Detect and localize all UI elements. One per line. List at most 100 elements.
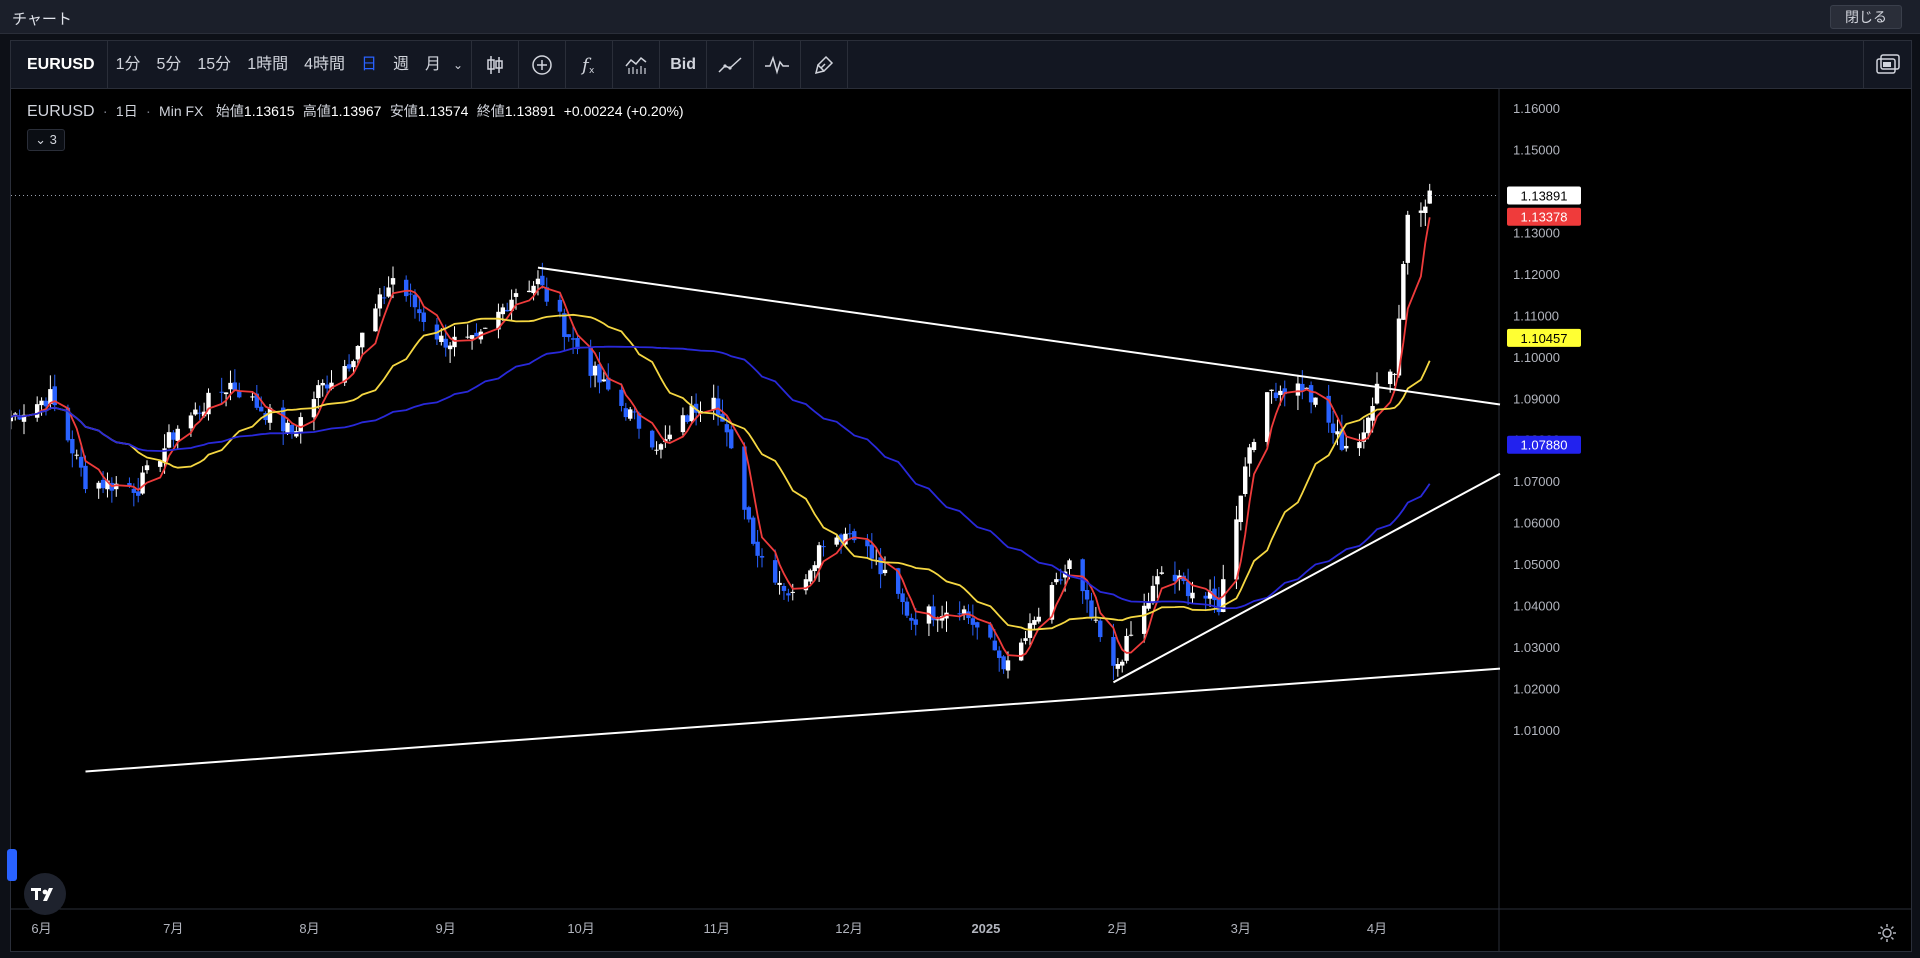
candle-body (1001, 656, 1006, 670)
y-tick-label: 1.10000 (1513, 350, 1560, 365)
candle-body (531, 285, 536, 294)
x-tick-label: 6月 (31, 921, 51, 936)
gear-icon[interactable] (1877, 923, 1897, 943)
candle-body (654, 449, 659, 451)
candle-body (1155, 576, 1160, 585)
candle-body (360, 332, 365, 348)
candle-body (78, 456, 84, 468)
candle-body (421, 312, 426, 322)
candle-body (136, 491, 141, 496)
y-tick-label: 1.03000 (1513, 640, 1560, 655)
candle-body (759, 555, 765, 558)
legend-open: 1.13615 (243, 103, 295, 119)
candle-body (619, 389, 624, 406)
price-chart[interactable]: 1.160001.150001.140001.130001.120001.110… (11, 41, 1911, 951)
candle-body (1392, 373, 1397, 375)
candle-body (39, 400, 44, 406)
candle-body (1387, 371, 1393, 385)
candle-body (1089, 600, 1094, 618)
x-tick-label: 4月 (1367, 921, 1387, 936)
tradingview-logo-icon[interactable] (24, 873, 66, 915)
candle-body (1269, 389, 1274, 391)
candle-body (961, 609, 967, 614)
x-tick-label: 8月 (299, 921, 319, 936)
candle-body (755, 541, 760, 556)
window-title-bar: チャート 閉じる (0, 0, 1920, 34)
legend-low-label: 安値 (389, 103, 418, 119)
candle-body (1344, 445, 1349, 449)
candle-body (219, 391, 224, 393)
candle-body (667, 434, 672, 440)
candle-body (1335, 431, 1340, 435)
candle-body (320, 382, 325, 386)
candle-body (465, 336, 470, 338)
candle-body (711, 397, 716, 410)
candle-body (1036, 616, 1041, 622)
candle-body (96, 482, 101, 489)
candle-body (909, 617, 914, 621)
candle-body (1278, 390, 1283, 396)
candle-body (1023, 638, 1028, 641)
candle-body (1054, 579, 1059, 583)
price-label: 1.13891 (1521, 188, 1568, 203)
candle-body (790, 591, 795, 593)
candle-body (452, 336, 457, 348)
candle-body (781, 585, 787, 591)
candle-body (1058, 579, 1063, 581)
candle-body (513, 293, 519, 297)
candle-body (1238, 495, 1244, 523)
candle-body (786, 593, 791, 596)
indicator-toggle[interactable]: ⌄ 3 (27, 129, 65, 151)
candle-body (408, 293, 413, 295)
y-tick-label: 1.13000 (1513, 225, 1560, 240)
candle-body (992, 640, 998, 651)
side-panel-handle[interactable] (7, 849, 17, 881)
candle-body (1357, 442, 1362, 449)
price-label: 1.13378 (1521, 210, 1568, 225)
candle-body (1067, 560, 1072, 569)
indicator-count: 3 (49, 132, 57, 147)
candle-body (1093, 619, 1099, 621)
candle-body (562, 313, 567, 337)
candle-body (821, 546, 826, 548)
candle-body (878, 557, 883, 575)
legend-symbol: EURUSD (27, 103, 95, 120)
candle-body (1366, 417, 1371, 434)
candle-body (834, 537, 839, 545)
candle-body (259, 406, 264, 412)
candle-body (777, 582, 782, 585)
close-button[interactable]: 閉じる (1830, 5, 1902, 29)
candle-body (447, 345, 453, 350)
candle-body (100, 479, 106, 489)
candle-body (412, 294, 418, 308)
candle-body (588, 347, 593, 376)
y-tick-label: 1.01000 (1513, 723, 1560, 738)
candle-body (1098, 620, 1103, 638)
candle-body (1401, 264, 1406, 320)
candle-body (390, 278, 396, 285)
candle-body (373, 308, 378, 332)
candle-body (417, 309, 422, 314)
candle-body (715, 398, 721, 416)
y-tick-label: 1.16000 (1513, 101, 1560, 116)
candle-body (197, 412, 202, 414)
candle-body (351, 361, 356, 368)
candle-body (1330, 423, 1336, 433)
candle-body (1141, 605, 1147, 634)
candle-body (355, 345, 361, 360)
candle-body (975, 622, 980, 628)
candle-body (505, 309, 510, 312)
candle-body (847, 533, 853, 535)
candle-body (439, 335, 444, 343)
y-tick-label: 1.05000 (1513, 557, 1560, 572)
candle-body (70, 438, 75, 454)
y-tick-label: 1.06000 (1513, 516, 1560, 531)
candle-body (869, 544, 875, 559)
candle-body (469, 335, 475, 339)
candle-body (193, 409, 198, 415)
candle-body (970, 618, 976, 625)
candle-body (1128, 634, 1134, 636)
x-tick-label: 9月 (436, 921, 456, 936)
candle-body (377, 294, 383, 309)
candle-body (140, 472, 145, 494)
